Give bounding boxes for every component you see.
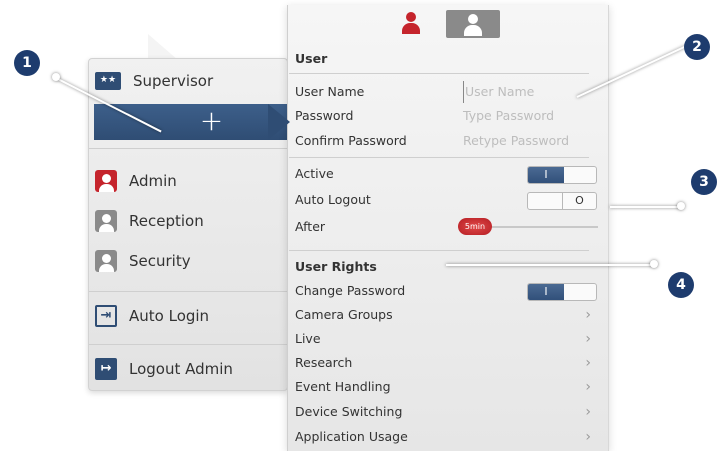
auto-logout-toggle[interactable]: O bbox=[527, 192, 597, 210]
callout-badge-3: 3 bbox=[691, 169, 717, 195]
callout-3-pointer bbox=[610, 206, 682, 208]
password-input[interactable]: Type Password bbox=[463, 105, 554, 127]
single-user-icon[interactable] bbox=[400, 12, 422, 34]
active-toggle[interactable]: I bbox=[527, 166, 597, 184]
user-red-icon bbox=[95, 170, 117, 192]
chevron-right-icon: › bbox=[585, 429, 591, 445]
right-row-device-switching[interactable]: Device Switching › bbox=[295, 401, 595, 423]
reception-row[interactable]: Reception bbox=[89, 201, 289, 241]
right-label: Live bbox=[295, 331, 321, 346]
user-gray-icon bbox=[95, 250, 117, 272]
user-gray-icon bbox=[95, 210, 117, 232]
menu-divider bbox=[89, 291, 289, 292]
toggle-on-label: I bbox=[528, 284, 564, 300]
logout-label: Logout Admin bbox=[129, 360, 233, 378]
toggle-off-part bbox=[562, 167, 596, 183]
panel-divider bbox=[289, 157, 589, 158]
callout-4-dot bbox=[650, 260, 658, 268]
right-row-camera-groups[interactable]: Camera Groups › bbox=[295, 304, 595, 326]
supervisor-group-icon: ★★ bbox=[95, 72, 121, 90]
user-name-row: User Name User Name bbox=[295, 81, 595, 103]
user-label: Reception bbox=[129, 212, 204, 230]
confirm-password-row: Confirm Password Retype Password bbox=[295, 130, 595, 152]
admin-row[interactable]: Admin bbox=[89, 161, 289, 201]
password-label: Password bbox=[295, 108, 354, 123]
logout-row[interactable]: ↦ Logout Admin bbox=[89, 349, 289, 389]
callout-badge-1: 1 bbox=[14, 50, 40, 76]
panel-divider bbox=[289, 250, 589, 251]
user-name-input[interactable]: User Name bbox=[463, 81, 534, 103]
add-user-button[interactable]: + bbox=[94, 104, 289, 140]
after-slider-knob[interactable]: 5min bbox=[458, 218, 492, 235]
right-label: Device Switching bbox=[295, 404, 403, 419]
chevron-right-icon: › bbox=[585, 379, 591, 395]
right-label: Camera Groups bbox=[295, 307, 393, 322]
login-icon: ⇥ bbox=[95, 305, 117, 327]
auto-login-label: Auto Login bbox=[129, 307, 210, 325]
chevron-right-icon: › bbox=[585, 355, 591, 371]
callout-4-pointer bbox=[446, 264, 656, 266]
confirm-password-input[interactable]: Retype Password bbox=[463, 130, 569, 152]
confirm-password-label: Confirm Password bbox=[295, 133, 407, 148]
auto-logout-label: Auto Logout bbox=[295, 192, 371, 207]
change-password-toggle[interactable]: I bbox=[527, 283, 597, 301]
right-row-event-handling[interactable]: Event Handling › bbox=[295, 376, 595, 398]
group-user-icon[interactable] bbox=[446, 10, 500, 38]
callout-3-dot bbox=[677, 202, 685, 210]
chevron-right-icon: › bbox=[585, 331, 591, 347]
menu-divider bbox=[89, 148, 289, 149]
supervisor-row[interactable]: ★★ Supervisor bbox=[89, 61, 289, 101]
callout-1-dot bbox=[52, 73, 60, 81]
user-name-label: User Name bbox=[295, 84, 365, 99]
section-rights-heading: User Rights bbox=[295, 259, 377, 274]
active-label: Active bbox=[295, 166, 334, 181]
right-label: Application Usage bbox=[295, 429, 408, 444]
security-row[interactable]: Security bbox=[89, 241, 289, 281]
logout-icon: ↦ bbox=[95, 358, 117, 380]
section-user-heading: User bbox=[295, 51, 328, 66]
right-label: Event Handling bbox=[295, 379, 391, 394]
change-password-label: Change Password bbox=[295, 283, 406, 298]
plus-icon: + bbox=[199, 104, 224, 137]
user-label: Admin bbox=[129, 172, 177, 190]
user-label: Security bbox=[129, 252, 191, 270]
right-row-application-usage[interactable]: Application Usage › bbox=[295, 426, 595, 448]
menu-pointer-tail bbox=[148, 34, 178, 60]
right-label: Research bbox=[295, 355, 353, 370]
chevron-right-icon: › bbox=[585, 307, 591, 323]
right-row-research[interactable]: Research › bbox=[295, 352, 595, 374]
right-row-live[interactable]: Live › bbox=[295, 328, 595, 350]
chevron-right-icon: › bbox=[585, 404, 591, 420]
auto-login-row[interactable]: ⇥ Auto Login bbox=[89, 296, 289, 336]
toggle-off-part bbox=[562, 284, 596, 300]
callout-badge-4: 4 bbox=[668, 272, 694, 298]
toggle-on-label: I bbox=[528, 167, 564, 183]
supervisor-label: Supervisor bbox=[133, 72, 214, 90]
toggle-empty-part bbox=[528, 193, 564, 209]
menu-divider bbox=[89, 344, 289, 345]
callout-badge-2: 2 bbox=[684, 34, 710, 60]
toggle-off-label: O bbox=[562, 193, 596, 209]
after-label: After bbox=[295, 219, 326, 234]
panel-divider bbox=[289, 73, 589, 74]
password-row: Password Type Password bbox=[295, 105, 595, 127]
